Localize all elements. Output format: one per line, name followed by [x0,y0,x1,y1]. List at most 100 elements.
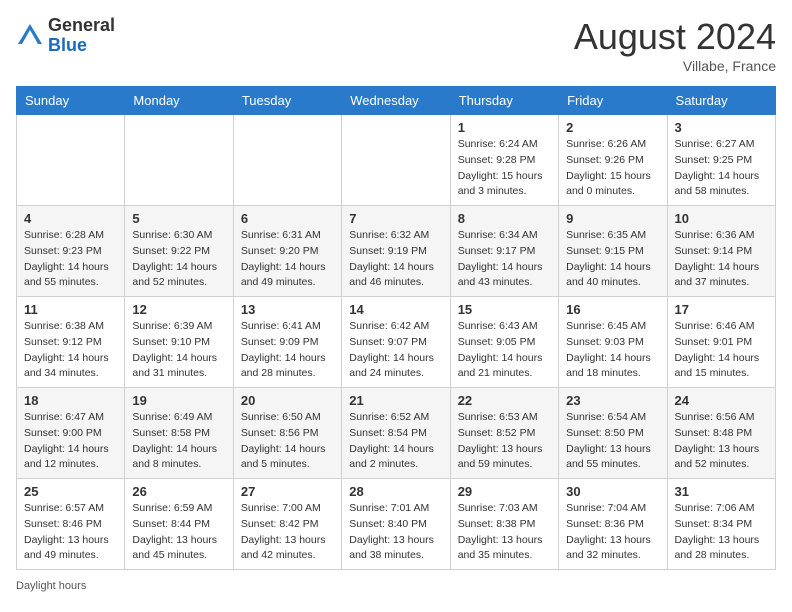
day-number: 6 [241,211,334,226]
day-number: 27 [241,484,334,499]
day-info: Sunrise: 6:38 AMSunset: 9:12 PMDaylight:… [24,319,117,382]
day-cell: 26 Sunrise: 6:59 AMSunset: 8:44 PMDayligh… [125,479,233,570]
day-cell: 2Sunrise: 6:26 AMSunset: 9:26 PMDaylight… [559,115,667,206]
day-info: Sunrise: 7:06 AMSunset: 8:34 PMDaylight:… [675,501,768,564]
day-number: 5 [132,211,225,226]
weekday-wednesday: Wednesday [342,87,450,115]
day-cell [233,115,341,206]
day-cell: 22 Sunrise: 6:53 AMSunset: 8:52 PMDayligh… [450,388,558,479]
week-row-2: 11 Sunrise: 6:38 AMSunset: 9:12 PMDayligh… [17,297,776,388]
calendar-table: SundayMondayTuesdayWednesdayThursdayFrid… [16,86,776,570]
day-cell: 1 Sunrise: 6:24 AMSunset: 9:28 PMDaylight… [450,115,558,206]
location: Villabe, France [574,58,776,74]
day-info: Sunrise: 6:57 AMSunset: 8:46 PMDaylight:… [24,501,117,564]
day-info: Sunrise: 6:34 AMSunset: 9:17 PMDaylight:… [458,228,551,291]
day-info: Sunrise: 6:41 AMSunset: 9:09 PMDaylight:… [241,319,334,382]
day-cell: 29 Sunrise: 7:03 AMSunset: 8:38 PMDayligh… [450,479,558,570]
day-number: 25 [24,484,117,499]
logo: General Blue [16,16,115,56]
day-cell: 31Sunrise: 7:06 AMSunset: 8:34 PMDayligh… [667,479,775,570]
day-cell: 30 Sunrise: 7:04 AMSunset: 8:36 PMDayligh… [559,479,667,570]
daylight-label: Daylight hours [16,580,86,592]
day-cell: 11 Sunrise: 6:38 AMSunset: 9:12 PMDayligh… [17,297,125,388]
day-number: 20 [241,393,334,408]
day-info: Sunrise: 6:31 AMSunset: 9:20 PMDaylight:… [241,228,334,291]
logo-blue: Blue [48,35,87,55]
day-cell: 3Sunrise: 6:27 AMSunset: 9:25 PMDaylight… [667,115,775,206]
day-info: Sunrise: 6:32 AMSunset: 9:19 PMDaylight:… [349,228,442,291]
day-info: Sunrise: 6:50 AMSunset: 8:56 PMDaylight:… [241,410,334,473]
day-number: 28 [349,484,442,499]
day-number: 22 [458,393,551,408]
month-title: August 2024 [574,16,776,58]
weekday-header-row: SundayMondayTuesdayWednesdayThursdayFrid… [17,87,776,115]
day-number: 4 [24,211,117,226]
day-cell: 24Sunrise: 6:56 AMSunset: 8:48 PMDayligh… [667,388,775,479]
day-number: 17 [675,302,768,317]
day-info: Sunrise: 6:30 AMSunset: 9:22 PMDaylight:… [132,228,225,291]
day-info: Sunrise: 6:28 AMSunset: 9:23 PMDaylight:… [24,228,117,291]
day-number: 18 [24,393,117,408]
day-cell [17,115,125,206]
weekday-monday: Monday [125,87,233,115]
day-cell: 6 Sunrise: 6:31 AMSunset: 9:20 PMDaylight… [233,206,341,297]
day-number: 26 [132,484,225,499]
day-cell: 23 Sunrise: 6:54 AMSunset: 8:50 PMDayligh… [559,388,667,479]
day-cell: 12Sunrise: 6:39 AMSunset: 9:10 PMDayligh… [125,297,233,388]
day-number: 3 [675,120,768,135]
day-cell: 20 Sunrise: 6:50 AMSunset: 8:56 PMDayligh… [233,388,341,479]
weekday-thursday: Thursday [450,87,558,115]
day-number: 14 [349,302,442,317]
weekday-saturday: Saturday [667,87,775,115]
day-info: Sunrise: 6:36 AMSunset: 9:14 PMDaylight:… [675,228,768,291]
day-cell: 13Sunrise: 6:41 AMSunset: 9:09 PMDayligh… [233,297,341,388]
day-number: 23 [566,393,659,408]
weekday-friday: Friday [559,87,667,115]
logo-general: General [48,15,115,35]
day-number: 10 [675,211,768,226]
day-cell: 16Sunrise: 6:45 AMSunset: 9:03 PMDayligh… [559,297,667,388]
weekday-tuesday: Tuesday [233,87,341,115]
day-info: Sunrise: 7:04 AMSunset: 8:36 PMDaylight:… [566,501,659,564]
day-number: 8 [458,211,551,226]
day-info: Sunrise: 6:24 AMSunset: 9:28 PMDaylight:… [458,137,551,200]
day-info: Sunrise: 6:54 AMSunset: 8:50 PMDaylight:… [566,410,659,473]
day-number: 30 [566,484,659,499]
day-number: 11 [24,302,117,317]
week-row-0: 1 Sunrise: 6:24 AMSunset: 9:28 PMDaylight… [17,115,776,206]
day-number: 9 [566,211,659,226]
day-info: Sunrise: 6:46 AMSunset: 9:01 PMDaylight:… [675,319,768,382]
day-cell: 5 Sunrise: 6:30 AMSunset: 9:22 PMDaylight… [125,206,233,297]
day-number: 16 [566,302,659,317]
day-number: 21 [349,393,442,408]
day-number: 12 [132,302,225,317]
day-info: Sunrise: 7:03 AMSunset: 8:38 PMDaylight:… [458,501,551,564]
day-info: Sunrise: 6:59 AMSunset: 8:44 PMDaylight:… [132,501,225,564]
logo-text: General Blue [48,16,115,56]
day-cell: 9Sunrise: 6:35 AMSunset: 9:15 PMDaylight… [559,206,667,297]
day-cell [125,115,233,206]
day-number: 2 [566,120,659,135]
day-info: Sunrise: 6:56 AMSunset: 8:48 PMDaylight:… [675,410,768,473]
day-cell: 25 Sunrise: 6:57 AMSunset: 8:46 PMDayligh… [17,479,125,570]
weekday-sunday: Sunday [17,87,125,115]
day-cell: 21 Sunrise: 6:52 AMSunset: 8:54 PMDayligh… [342,388,450,479]
day-cell: 15Sunrise: 6:43 AMSunset: 9:05 PMDayligh… [450,297,558,388]
day-cell: 14Sunrise: 6:42 AMSunset: 9:07 PMDayligh… [342,297,450,388]
day-cell: 10 Sunrise: 6:36 AMSunset: 9:14 PMDayligh… [667,206,775,297]
day-cell: 8 Sunrise: 6:34 AMSunset: 9:17 PMDaylight… [450,206,558,297]
logo-icon [16,22,44,50]
day-cell: 27 Sunrise: 7:00 AMSunset: 8:42 PMDayligh… [233,479,341,570]
day-info: Sunrise: 6:43 AMSunset: 9:05 PMDaylight:… [458,319,551,382]
day-cell [342,115,450,206]
day-info: Sunrise: 6:52 AMSunset: 8:54 PMDaylight:… [349,410,442,473]
day-info: Sunrise: 6:53 AMSunset: 8:52 PMDaylight:… [458,410,551,473]
day-number: 1 [458,120,551,135]
day-number: 7 [349,211,442,226]
day-number: 29 [458,484,551,499]
day-cell: 18Sunrise: 6:47 AMSunset: 9:00 PMDayligh… [17,388,125,479]
day-info: Sunrise: 6:49 AMSunset: 8:58 PMDaylight:… [132,410,225,473]
day-cell: 7 Sunrise: 6:32 AMSunset: 9:19 PMDaylight… [342,206,450,297]
day-info: Sunrise: 7:00 AMSunset: 8:42 PMDaylight:… [241,501,334,564]
day-info: Sunrise: 7:01 AMSunset: 8:40 PMDaylight:… [349,501,442,564]
